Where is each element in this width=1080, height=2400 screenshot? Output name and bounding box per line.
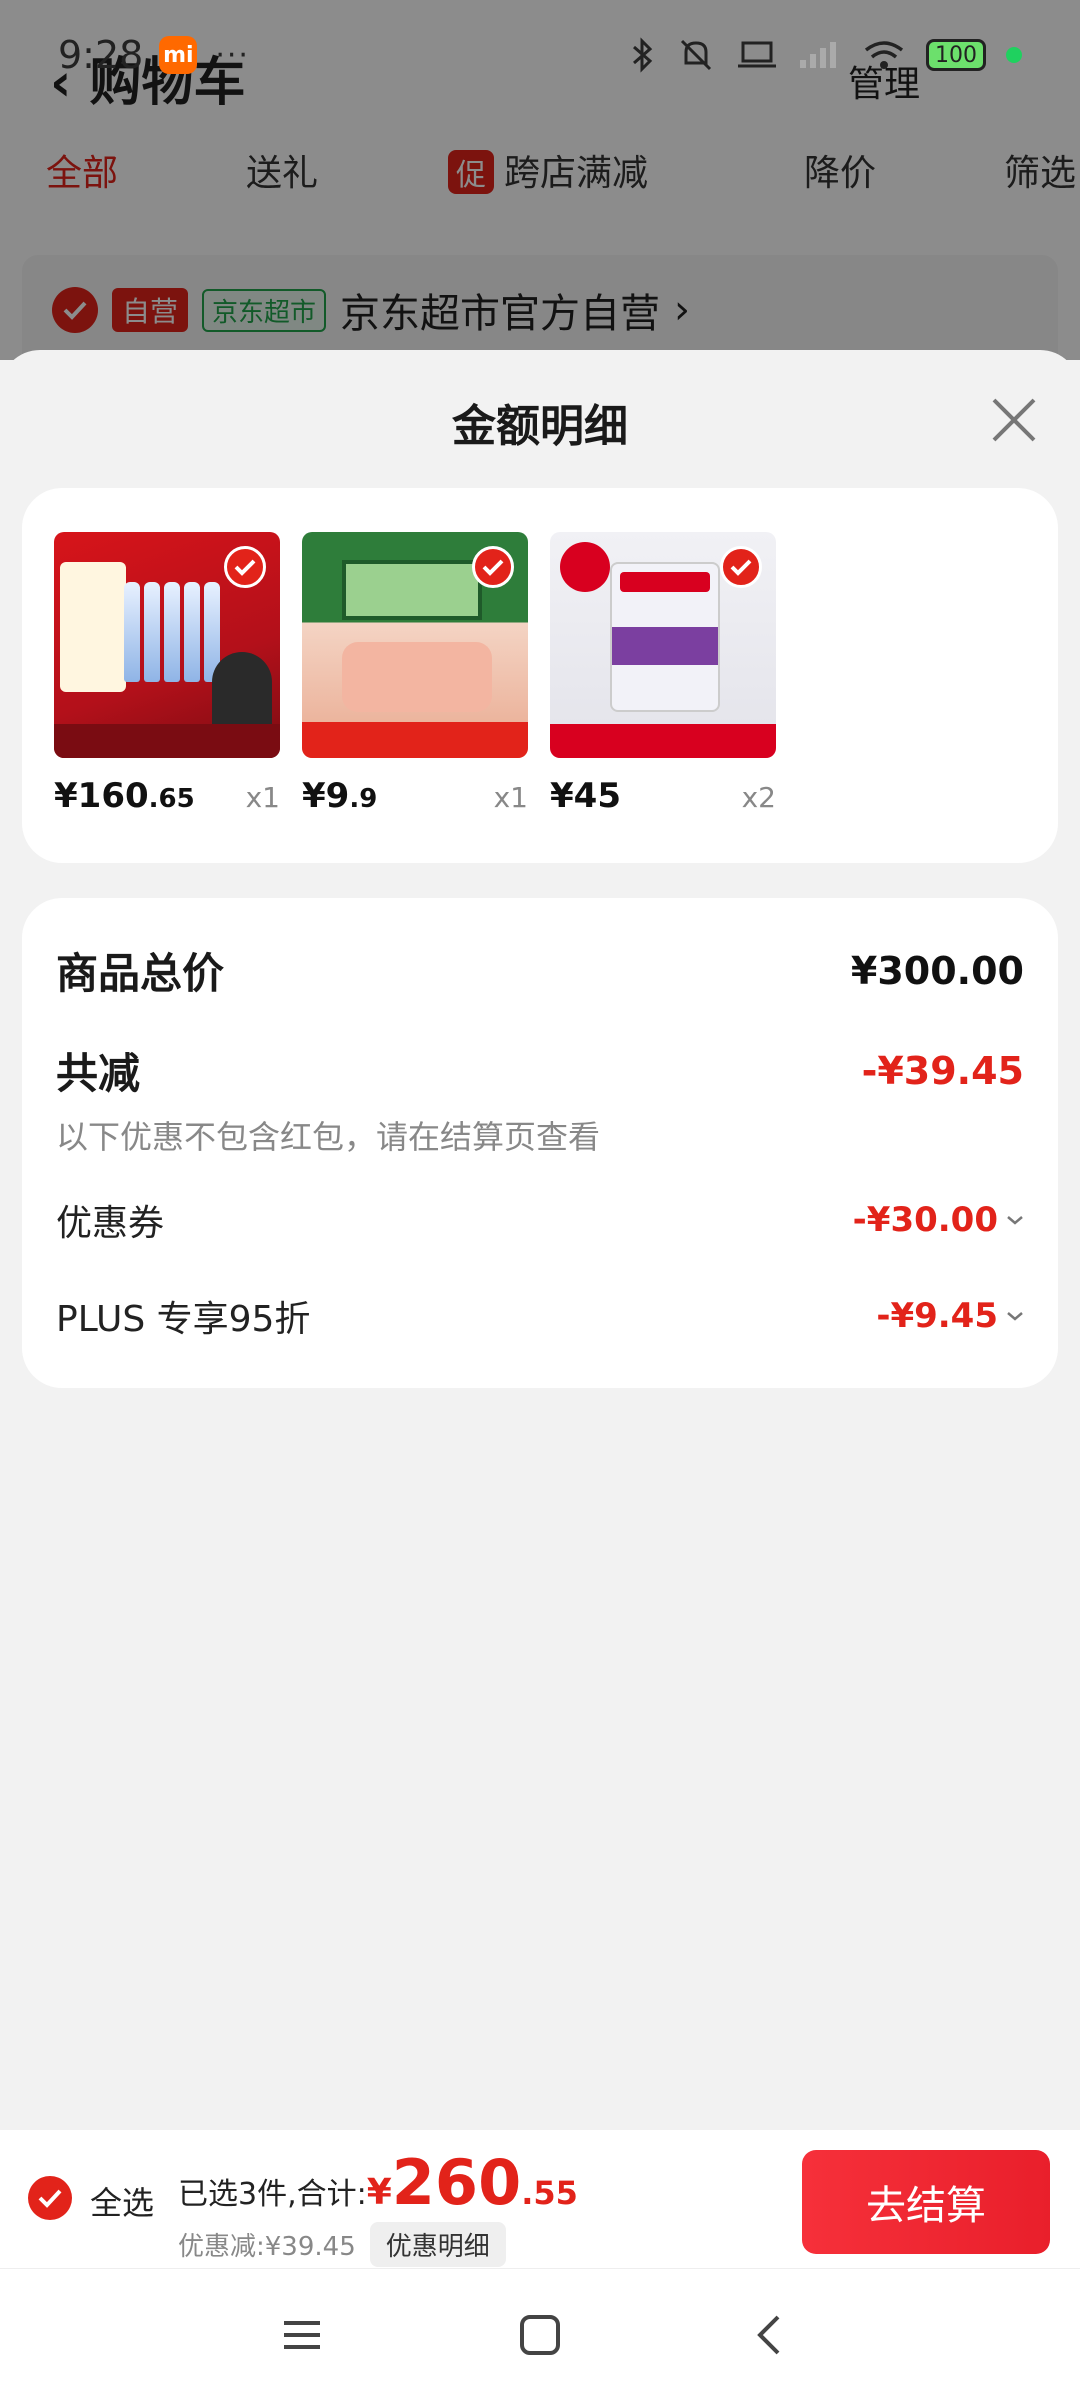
product-image-liquor bbox=[54, 532, 280, 758]
battery-icon: 100 bbox=[926, 39, 986, 71]
total-price-label: 商品总价 bbox=[56, 949, 225, 998]
product-price: ¥160.65 bbox=[54, 776, 195, 816]
discount-summary: 优惠减:¥39.45 优惠明细 bbox=[178, 2222, 506, 2267]
discount-row: 共减 -¥39.45 bbox=[56, 1040, 1024, 1101]
plus-discount-value: -¥9.45 bbox=[876, 1296, 1024, 1336]
product-item[interactable]: ¥45 x2 bbox=[550, 532, 776, 816]
wifi-icon bbox=[864, 41, 904, 69]
coupon-row[interactable]: 优惠券 -¥30.00 bbox=[56, 1194, 1024, 1246]
product-item[interactable]: ¥160.65 x1 bbox=[54, 532, 280, 816]
more-notifications-icon: ··· bbox=[215, 37, 250, 73]
menu-icon[interactable] bbox=[276, 2309, 328, 2361]
checkout-button[interactable]: 去结算 bbox=[802, 2150, 1050, 2254]
product-quantity: x1 bbox=[245, 781, 280, 814]
products-card: ¥160.65 x1 ¥9.9 x1 ¥45 x2 bbox=[22, 488, 1058, 863]
mi-app-icon: mi bbox=[159, 36, 198, 74]
product-quantity: x1 bbox=[493, 781, 528, 814]
status-bar: 9:28 mi ··· 100 bbox=[0, 0, 1080, 110]
signal-icon bbox=[800, 42, 836, 68]
sheet-title: 金额明细 bbox=[452, 401, 628, 452]
select-all-checkbox[interactable] bbox=[28, 2176, 72, 2220]
bluetooth-icon bbox=[633, 37, 653, 73]
product-quantity: x2 bbox=[741, 781, 776, 814]
total-price-row: 商品总价 ¥300.00 bbox=[56, 940, 1024, 1001]
privacy-dot-icon bbox=[1006, 47, 1022, 63]
status-time: 9:28 bbox=[58, 33, 144, 77]
product-image-cat-food bbox=[550, 532, 776, 758]
product-check-icon bbox=[720, 546, 762, 588]
product-price: ¥9.9 bbox=[302, 776, 378, 816]
plus-discount-row[interactable]: PLUS 专享95折 -¥9.45 bbox=[56, 1290, 1024, 1342]
select-all-label[interactable]: 全选 bbox=[90, 2178, 154, 2224]
discount-label: 共减 bbox=[56, 1049, 141, 1098]
discount-note: 以下优惠不包含红包，请在结算页查看 bbox=[56, 1118, 601, 1156]
mute-bell-icon bbox=[680, 39, 712, 71]
price-breakdown-card: 商品总价 ¥300.00 共减 -¥39.45 以下优惠不包含红包，请在结算页查… bbox=[22, 898, 1058, 1388]
product-image-luncheon-meat bbox=[302, 532, 528, 758]
product-price: ¥45 bbox=[550, 776, 621, 816]
total-price-value: ¥300.00 bbox=[850, 948, 1024, 993]
coupon-value: -¥30.00 bbox=[853, 1200, 1024, 1240]
home-icon[interactable] bbox=[514, 2309, 566, 2361]
system-nav-bar bbox=[0, 2268, 1080, 2400]
close-icon[interactable] bbox=[986, 392, 1042, 448]
chevron-down-icon bbox=[1007, 1216, 1023, 1225]
status-icons: 100 bbox=[630, 35, 1022, 75]
order-total: 已选3件,合计:¥260.55 bbox=[178, 2146, 578, 2219]
plus-discount-label: PLUS 专享95折 bbox=[56, 1299, 311, 1340]
product-check-icon bbox=[224, 546, 266, 588]
discount-detail-button[interactable]: 优惠明细 bbox=[369, 2222, 506, 2267]
product-item[interactable]: ¥9.9 x1 bbox=[302, 532, 528, 816]
amount-detail-sheet: 金额明细 ¥160.65 x1 ¥9.9 x1 ¥45 x2 商品总价 ¥300… bbox=[0, 350, 1080, 2130]
chevron-down-icon bbox=[1007, 1312, 1023, 1321]
product-check-icon bbox=[472, 546, 514, 588]
coupon-label: 优惠券 bbox=[56, 1203, 165, 1244]
back-icon[interactable] bbox=[744, 2309, 796, 2361]
laptop-icon bbox=[738, 41, 776, 68]
checkout-bar: 全选 已选3件,合计:¥260.55 优惠减:¥39.45 优惠明细 去结算 bbox=[0, 2130, 1080, 2268]
discount-value: -¥39.45 bbox=[861, 1048, 1024, 1093]
